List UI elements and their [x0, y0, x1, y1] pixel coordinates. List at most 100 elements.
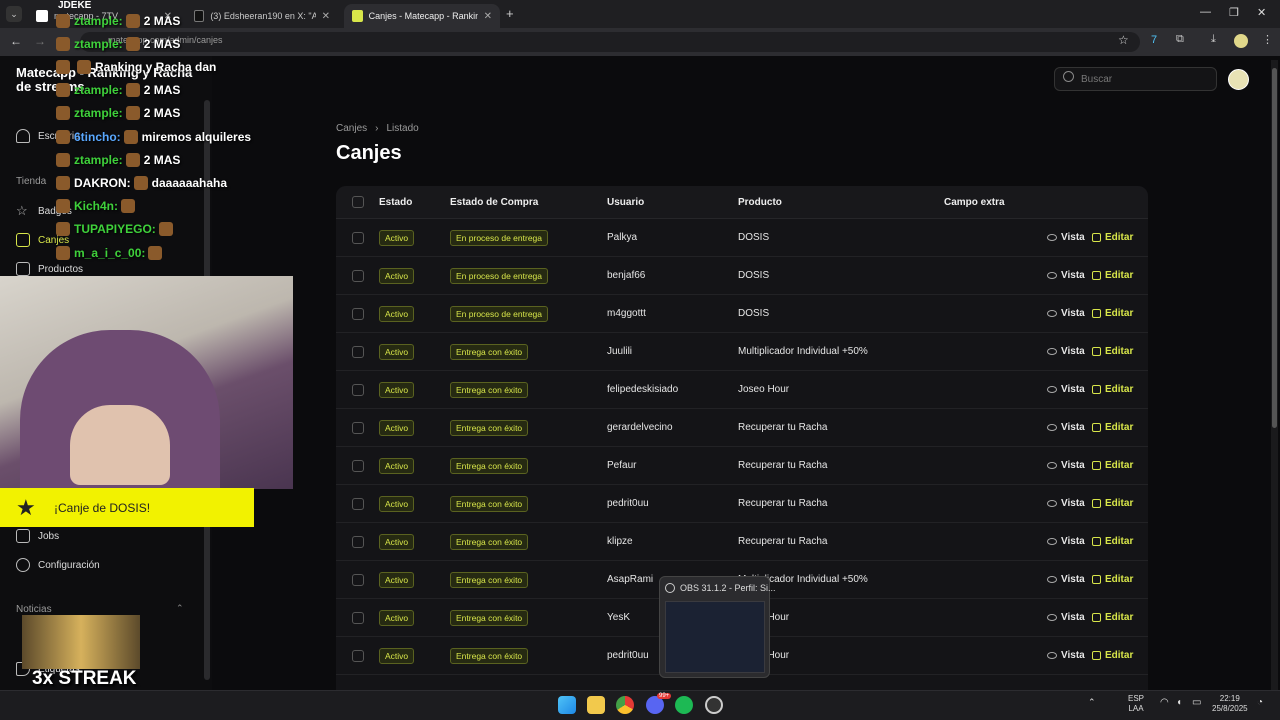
- table-row[interactable]: Activo Entrega con éxito gerardelvecino Rec…: [336, 409, 1148, 447]
- download-icon[interactable]: ⤓: [1211, 33, 1216, 46]
- row-checkbox[interactable]: [352, 384, 364, 396]
- nav-group-tienda[interactable]: Tienda: [16, 176, 46, 187]
- edit-button[interactable]: Editar: [1092, 384, 1133, 395]
- obs-icon: [665, 583, 675, 593]
- 7tv-extension-icon[interactable]: 7: [1151, 34, 1157, 46]
- volume-icon[interactable]: ◖: [1176, 697, 1182, 708]
- minimize-button[interactable]: —: [1200, 6, 1211, 18]
- view-button[interactable]: Vista: [1047, 384, 1085, 395]
- row-checkbox[interactable]: [352, 346, 364, 358]
- view-label: Vista: [1061, 650, 1085, 661]
- search-input[interactable]: Buscar: [1054, 67, 1217, 91]
- row-checkbox[interactable]: [352, 422, 364, 434]
- view-button[interactable]: Vista: [1047, 612, 1085, 623]
- view-button[interactable]: Vista: [1047, 460, 1085, 471]
- table-row[interactable]: Activo En proceso de entrega benjaf66 DOSIS…: [336, 257, 1148, 295]
- view-button[interactable]: Vista: [1047, 498, 1085, 509]
- row-checkbox[interactable]: [352, 650, 364, 662]
- chevron-up-icon[interactable]: ⌃: [176, 603, 184, 614]
- new-tab-button[interactable]: +: [506, 6, 514, 21]
- row-checkbox[interactable]: [352, 574, 364, 586]
- table-row[interactable]: Activo En proceso de entrega m4ggottt DOSIS…: [336, 295, 1148, 333]
- edit-icon: [1092, 423, 1101, 432]
- wifi-icon[interactable]: ◠: [1160, 697, 1169, 708]
- view-button[interactable]: Vista: [1047, 574, 1085, 585]
- view-button[interactable]: Vista: [1047, 232, 1085, 243]
- table-row[interactable]: Activo Entrega con éxito Pefaur Recuperar t…: [336, 447, 1148, 485]
- row-checkbox[interactable]: [352, 308, 364, 320]
- row-checkbox[interactable]: [352, 460, 364, 472]
- edit-button[interactable]: Editar: [1092, 346, 1133, 357]
- view-button[interactable]: Vista: [1047, 536, 1085, 547]
- table-row[interactable]: Activo Entrega con éxito Juulili Multiplica…: [336, 333, 1148, 371]
- page-scrollbar-thumb[interactable]: [1272, 68, 1277, 428]
- menu-icon[interactable]: ⋮: [1262, 33, 1273, 46]
- streak-image: [22, 615, 140, 669]
- table-row[interactable]: Activo En proceso de entrega Palkya DOSIS Vi…: [336, 219, 1148, 257]
- row-checkbox[interactable]: [352, 270, 364, 282]
- edit-button[interactable]: Editar: [1092, 308, 1133, 319]
- tab-canjes[interactable]: Canjes - Matecapp - Ranking y ✕: [344, 4, 500, 28]
- view-button[interactable]: Vista: [1047, 422, 1085, 433]
- nav-jobs[interactable]: Jobs: [16, 529, 59, 543]
- back-icon[interactable]: ←: [10, 34, 22, 48]
- table-row[interactable]: Activo Entrega con éxito felipedeskisiado J…: [336, 371, 1148, 409]
- chrome-icon[interactable]: [616, 696, 634, 714]
- row-checkbox[interactable]: [352, 612, 364, 624]
- edit-button[interactable]: Editar: [1092, 460, 1133, 471]
- maximize-button[interactable]: ❐: [1229, 6, 1239, 19]
- view-button[interactable]: Vista: [1047, 270, 1085, 281]
- edit-button[interactable]: Editar: [1092, 232, 1133, 243]
- nav-configuracion[interactable]: Configuración: [16, 558, 100, 572]
- edit-button[interactable]: Editar: [1092, 422, 1133, 433]
- file-explorer-icon[interactable]: [587, 696, 605, 714]
- edit-icon: [1092, 613, 1101, 622]
- emote-icon: [121, 199, 136, 213]
- view-button[interactable]: Vista: [1047, 650, 1085, 661]
- chat-text: 2 MAS: [143, 14, 181, 28]
- row-checkbox[interactable]: [352, 536, 364, 548]
- star-icon[interactable]: ☆: [1118, 33, 1129, 47]
- row-checkbox[interactable]: [352, 232, 364, 244]
- battery-icon[interactable]: ▭: [1192, 697, 1201, 708]
- user-avatar[interactable]: [1228, 69, 1249, 90]
- breadcrumb-root[interactable]: Canjes: [336, 123, 367, 134]
- usuario-cell: YesK: [607, 612, 630, 623]
- select-all-checkbox[interactable]: [352, 196, 364, 208]
- edit-button[interactable]: Editar: [1092, 270, 1133, 281]
- close-icon[interactable]: ✕: [484, 11, 492, 22]
- edit-button[interactable]: Editar: [1092, 650, 1133, 661]
- profile-icon[interactable]: [1234, 34, 1248, 48]
- view-button[interactable]: Vista: [1047, 308, 1085, 319]
- edit-button[interactable]: Editar: [1092, 574, 1133, 585]
- edit-label: Editar: [1105, 460, 1134, 471]
- header-producto[interactable]: Producto: [738, 197, 782, 208]
- nav-group-noticias[interactable]: Noticias: [16, 604, 52, 615]
- extensions-icon[interactable]: ⧉: [1176, 33, 1184, 46]
- close-window-button[interactable]: ✕: [1257, 6, 1266, 19]
- forward-icon[interactable]: →: [34, 34, 46, 48]
- obs-preview-thumbnail: [665, 601, 765, 673]
- chevron-up-icon[interactable]: ⌃: [1088, 697, 1096, 708]
- table-row[interactable]: Activo Entrega con éxito klipze Recuperar t…: [336, 523, 1148, 561]
- header-usuario[interactable]: Usuario: [607, 197, 644, 208]
- view-button[interactable]: Vista: [1047, 346, 1085, 357]
- eye-icon: [1047, 652, 1057, 659]
- language-indicator[interactable]: ESP LAA: [1128, 694, 1144, 714]
- header-campo-extra[interactable]: Campo extra: [944, 197, 1005, 208]
- edit-button[interactable]: Editar: [1092, 498, 1133, 509]
- header-estado-compra[interactable]: Estado de Compra: [450, 197, 538, 208]
- edit-button[interactable]: Editar: [1092, 536, 1133, 547]
- header-estado[interactable]: Estado: [379, 197, 412, 208]
- obs-taskbar-icon[interactable]: [705, 696, 723, 714]
- notifications-icon[interactable]: ◔: [1257, 697, 1263, 708]
- obs-taskbar-preview[interactable]: OBS 31.1.2 - Perfil: Si...: [659, 576, 776, 678]
- spotify-icon[interactable]: [675, 696, 693, 714]
- tab-search-icon[interactable]: ⌄: [6, 6, 22, 22]
- table-row[interactable]: Activo Entrega con éxito pedrit0uu Recupera…: [336, 485, 1148, 523]
- edit-button[interactable]: Editar: [1092, 612, 1133, 623]
- row-checkbox[interactable]: [352, 498, 364, 510]
- close-icon[interactable]: ✕: [322, 11, 330, 22]
- windows-start-icon[interactable]: [558, 696, 576, 714]
- clock[interactable]: 22:19 25/8/2025: [1212, 694, 1248, 714]
